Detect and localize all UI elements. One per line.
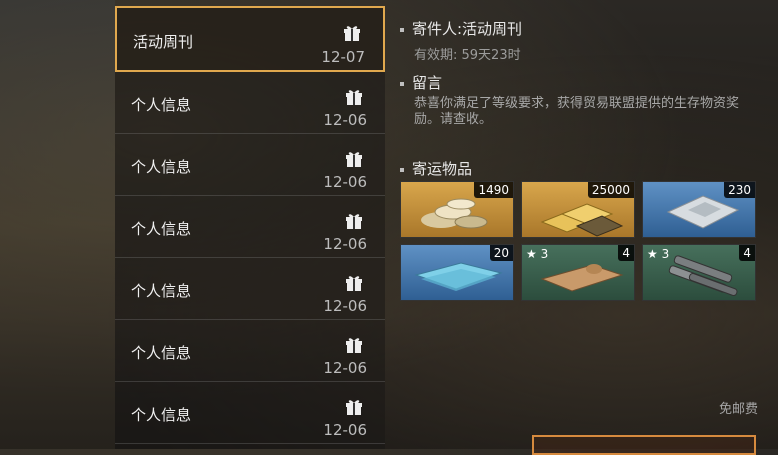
mail-item[interactable]: 个人信息 12-06 <box>115 258 385 320</box>
background-scene <box>0 0 115 449</box>
star-icon: ★ 3 <box>526 247 549 261</box>
item-stars: 3 <box>540 247 549 261</box>
mail-title: 个人信息 <box>131 96 192 114</box>
mail-title: 个人信息 <box>131 158 192 176</box>
item-quantity: 4 <box>618 245 634 261</box>
item-quantity: 25000 <box>587 182 634 198</box>
items-heading-text: 寄运物品 <box>412 160 473 178</box>
mail-title: 个人信息 <box>131 220 192 238</box>
gift-icon <box>344 26 360 41</box>
mail-item[interactable]: 个人信息 12-06 <box>115 72 385 134</box>
mail-date: 12-06 <box>323 111 367 129</box>
attachment-slot[interactable]: 230 <box>642 181 756 238</box>
message-body: 恭喜你满足了等级要求，获得贸易联盟提供的生存物资奖励。请查收。 <box>414 96 740 127</box>
gift-icon <box>346 400 362 415</box>
gift-icon <box>346 90 362 105</box>
attachment-slot[interactable]: 1490 <box>400 181 514 238</box>
message-heading-text: 留言 <box>412 74 443 92</box>
item-stars: 3 <box>661 247 670 261</box>
gift-icon <box>346 152 362 167</box>
mail-item[interactable]: 活动周刊 12-07 <box>115 6 385 72</box>
mail-list[interactable]: 活动周刊 12-07 个人信息 12-06 个人信息 12-06 个人信息 12… <box>115 6 385 449</box>
gift-icon <box>346 338 362 353</box>
attachment-slot[interactable]: 20 <box>400 244 514 301</box>
attachment-slot[interactable]: 25000 <box>521 181 635 238</box>
attachment-slot[interactable]: ★ 3 4 <box>521 244 635 301</box>
item-quantity: 1490 <box>474 182 513 198</box>
validity-text: 有效期: 59天23时 <box>414 48 521 63</box>
mail-title: 个人信息 <box>131 344 192 362</box>
mail-item[interactable]: 个人信息 12-06 <box>115 196 385 258</box>
message-heading: 留言 <box>400 72 442 93</box>
mail-date: 12-06 <box>323 235 367 253</box>
postage-label: 免邮费 <box>718 402 758 417</box>
mail-date: 12-06 <box>323 173 367 191</box>
mail-item[interactable]: 个人信息 12-06 <box>115 320 385 382</box>
mail-title: 个人信息 <box>131 282 192 300</box>
gift-icon <box>346 276 362 291</box>
claim-button[interactable] <box>532 435 756 455</box>
mail-title: 活动周刊 <box>133 33 194 51</box>
mail-date: 12-06 <box>323 359 367 377</box>
mail-detail-panel: 寄件人:活动周刊 有效期: 59天23时 留言 恭喜你满足了等级要求，获得贸易联… <box>400 0 770 449</box>
bullet-icon <box>400 167 404 172</box>
attachment-slot[interactable]: ★ 3 4 <box>642 244 756 301</box>
gift-icon <box>346 214 362 229</box>
item-quantity: 4 <box>739 245 755 261</box>
mail-date: 12-07 <box>321 48 365 66</box>
bullet-icon <box>400 81 404 86</box>
sender-line: 寄件人:活动周刊 <box>400 18 522 39</box>
mail-date: 12-06 <box>323 421 367 439</box>
item-quantity: 20 <box>489 245 513 261</box>
items-heading: 寄运物品 <box>400 158 472 179</box>
mail-date: 12-06 <box>323 297 367 315</box>
bullet-icon <box>400 27 404 32</box>
mail-item[interactable]: 个人信息 12-06 <box>115 382 385 444</box>
mail-title: 个人信息 <box>131 406 192 424</box>
item-quantity: 230 <box>724 182 755 198</box>
star-icon: ★ 3 <box>647 247 670 261</box>
sender-text: 寄件人:活动周刊 <box>412 20 523 38</box>
mail-item[interactable]: 个人信息 12-06 <box>115 134 385 196</box>
